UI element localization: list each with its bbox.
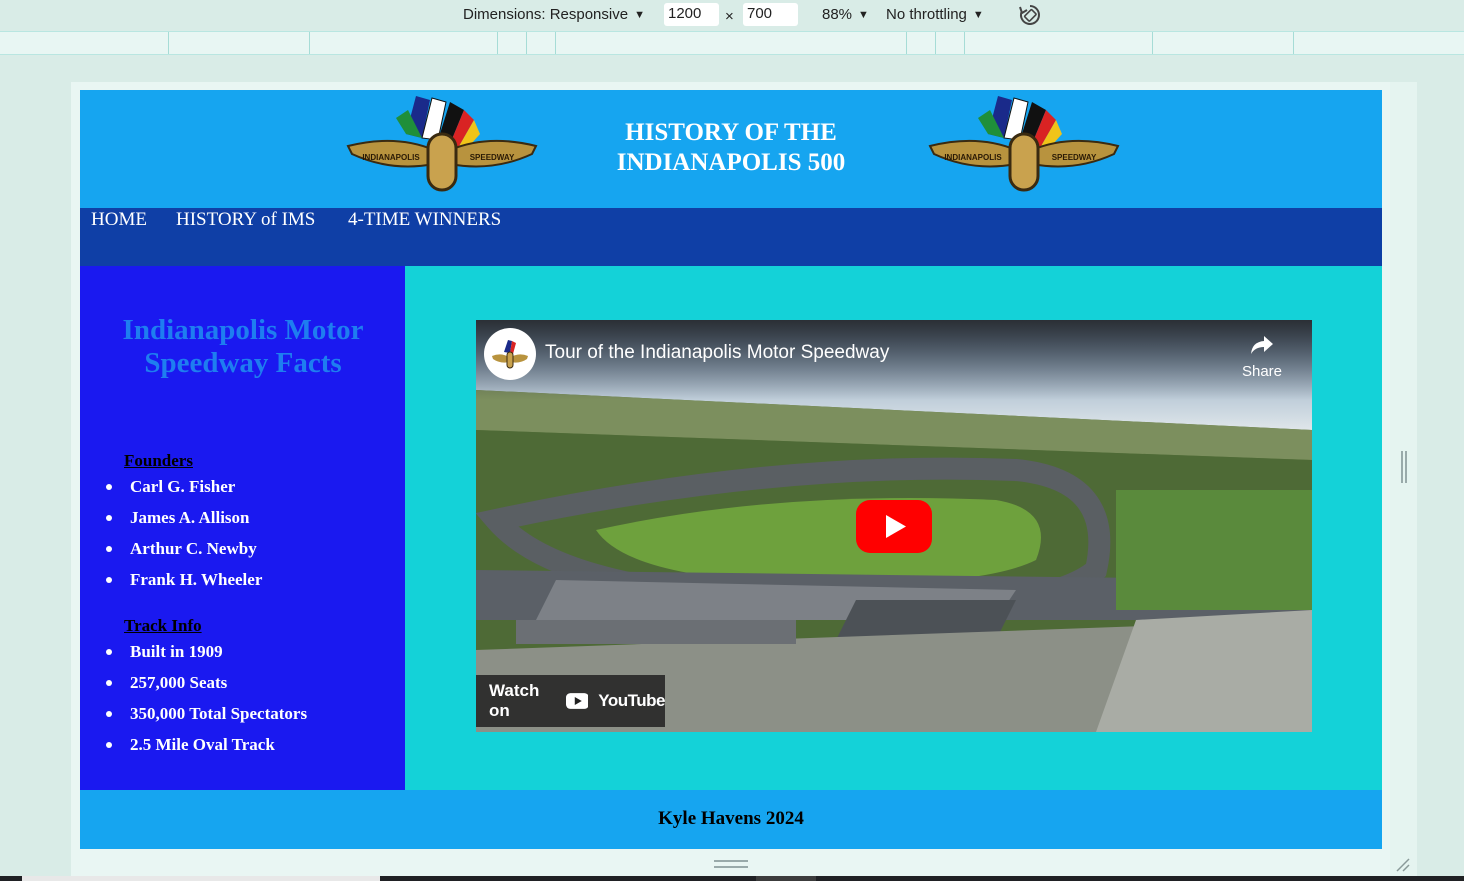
ruler-mark: [309, 32, 310, 54]
strip-segment: [756, 876, 816, 881]
sidebar-heading-line: Indianapolis Motor: [122, 314, 364, 346]
site-footer: Kyle Havens 2024: [80, 790, 1382, 849]
strip-segment: [22, 876, 380, 881]
viewport-width-input[interactable]: 1200: [664, 3, 719, 26]
founder-name: Arthur C. Newby: [130, 539, 257, 558]
founder-name: Carl G. Fisher: [130, 477, 236, 496]
ruler-mark: [1293, 32, 1294, 54]
dimensions-dropdown[interactable]: Dimensions: Responsive ▼: [463, 6, 645, 23]
bullet-icon: [106, 515, 112, 521]
web-page: INDIANAPOLIS SPEEDWAY HISTORY OF THE IND…: [80, 90, 1382, 849]
nav-home-link[interactable]: HOME: [91, 209, 147, 231]
youtube-embed[interactable]: Tour of the Indianapolis Motor Speedway …: [476, 320, 1312, 732]
rotate-icon[interactable]: [1018, 3, 1042, 27]
sidebar-heading: Indianapolis Motor Speedway Facts: [98, 314, 388, 380]
video-title[interactable]: Tour of the Indianapolis Motor Speedway: [545, 342, 889, 364]
viewport-resize-handle-right[interactable]: [1401, 451, 1407, 483]
list-item: James A. Allison: [106, 508, 262, 539]
youtube-logo-icon: [565, 693, 589, 709]
zoom-label: 88%: [822, 6, 853, 23]
watch-on-youtube-button[interactable]: Watch on YouTube: [476, 675, 665, 727]
bullet-icon: [106, 742, 112, 748]
track-fact: 2.5 Mile Oval Track: [130, 735, 275, 754]
bullet-icon: [106, 484, 112, 490]
founder-name: James A. Allison: [130, 508, 250, 527]
ruler-mark: [526, 32, 527, 54]
site-title-line: INDIANAPOLIS 500: [616, 149, 846, 176]
list-item: Frank H. Wheeler: [106, 570, 262, 601]
footer-credit: Kyle Havens 2024: [658, 808, 804, 829]
ruler-mark: [1152, 32, 1153, 54]
viewport-resize-handle-bottom[interactable]: [714, 860, 748, 868]
chevron-down-icon: ▼: [858, 8, 869, 21]
track-fact: 257,000 Seats: [130, 673, 228, 692]
main-content: Tour of the Indianapolis Motor Speedway …: [405, 266, 1382, 790]
bullet-icon: [106, 680, 112, 686]
bottom-panel-edge: [0, 876, 1464, 881]
main-nav: HOME HISTORY of IMS 4-TIME WINNERS: [80, 208, 1382, 266]
ruler-mark: [168, 32, 169, 54]
throttling-label: No throttling: [886, 6, 967, 23]
viewport-resize-corner-icon[interactable]: [1394, 856, 1410, 872]
list-item: Built in 1909: [106, 642, 307, 673]
ruler-mark: [906, 32, 907, 54]
svg-text:INDIANAPOLIS: INDIANAPOLIS: [944, 153, 1002, 162]
watch-on-label: Watch on: [489, 681, 540, 720]
media-query-ruler[interactable]: [0, 31, 1464, 55]
ruler-mark: [964, 32, 965, 54]
bullet-icon: [106, 711, 112, 717]
facts-sidebar: Indianapolis Motor Speedway Facts Founde…: [80, 266, 405, 790]
bullet-icon: [106, 649, 112, 655]
ruler-mark: [497, 32, 498, 54]
play-icon: [856, 500, 932, 553]
site-header: INDIANAPOLIS SPEEDWAY HISTORY OF THE IND…: [80, 90, 1382, 208]
strip-segment: [0, 876, 22, 881]
ruler-mark: [935, 32, 936, 54]
youtube-wordmark: YouTube: [598, 691, 665, 710]
list-item: Carl G. Fisher: [106, 477, 262, 508]
share-icon: [1251, 336, 1273, 354]
svg-text:INDIANAPOLIS: INDIANAPOLIS: [362, 153, 420, 162]
site-title: HISTORY OF THE INDIANAPOLIS 500: [600, 118, 862, 178]
site-title-line: HISTORY OF THE: [625, 119, 837, 146]
ims-logo-icon: INDIANAPOLIS SPEEDWAY: [346, 94, 538, 194]
founders-heading: Founders: [124, 451, 193, 470]
list-item: 2.5 Mile Oval Track: [106, 735, 307, 766]
zoom-dropdown[interactable]: 88% ▼: [822, 6, 869, 23]
list-item: 257,000 Seats: [106, 673, 307, 704]
svg-text:SPEEDWAY: SPEEDWAY: [470, 153, 515, 162]
track-fact: Built in 1909: [130, 642, 223, 661]
chevron-down-icon: ▼: [972, 8, 984, 21]
bullet-icon: [106, 577, 112, 583]
dimensions-label: Dimensions: Responsive: [463, 6, 629, 23]
nav-history-link[interactable]: HISTORY of IMS: [176, 209, 315, 231]
devtools-device-toolbar: Dimensions: Responsive ▼ 1200 × 700 88% …: [0, 0, 1464, 30]
svg-text:SPEEDWAY: SPEEDWAY: [1052, 153, 1097, 162]
channel-logo-icon[interactable]: [484, 328, 536, 380]
founders-list: Carl G. Fisher James A. Allison Arthur C…: [106, 477, 262, 601]
play-button[interactable]: [856, 500, 932, 553]
ruler-mark: [555, 32, 556, 54]
founder-name: Frank H. Wheeler: [130, 570, 263, 589]
share-label: Share: [1241, 363, 1283, 380]
track-info-list: Built in 1909 257,000 Seats 350,000 Tota…: [106, 642, 307, 766]
times-icon: ×: [725, 8, 734, 25]
list-item: Arthur C. Newby: [106, 539, 262, 570]
ims-logo-icon: INDIANAPOLIS SPEEDWAY: [928, 94, 1120, 194]
track-info-heading: Track Info: [124, 616, 202, 635]
share-button[interactable]: Share: [1234, 334, 1290, 380]
bullet-icon: [106, 546, 112, 552]
chevron-down-icon: ▼: [634, 8, 645, 21]
viewport-height-input[interactable]: 700: [743, 3, 798, 26]
sidebar-heading-line: Speedway Facts: [144, 347, 342, 379]
list-item: 350,000 Total Spectators: [106, 704, 307, 735]
nav-four-time-winners-link[interactable]: 4-TIME WINNERS: [348, 209, 501, 231]
throttling-dropdown[interactable]: No throttling ▼: [886, 6, 984, 23]
track-fact: 350,000 Total Spectators: [130, 704, 308, 723]
